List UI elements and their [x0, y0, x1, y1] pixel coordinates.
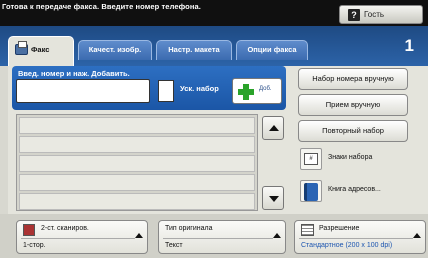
fax-number-field[interactable] — [16, 79, 150, 103]
status-message: Готова к передаче факса. Введите номер т… — [2, 2, 201, 11]
list-item[interactable] — [19, 155, 255, 172]
resolution-control[interactable]: Разрешение Стандартное (200 x 100 dpi) — [294, 220, 426, 254]
scanning-title: 2-ст. сканиров. — [41, 225, 89, 232]
address-book-icon-box — [300, 180, 322, 202]
tab-fax-options[interactable]: Опции факса — [236, 40, 308, 60]
status-bar: Готова к передаче факса. Введите номер т… — [0, 0, 428, 26]
dial-characters-label: Знаки набора — [328, 154, 373, 161]
arrow-up-icon — [135, 233, 143, 238]
arrow-down-icon — [269, 196, 279, 202]
add-label: Доб. — [259, 86, 272, 92]
arrow-up-icon — [269, 125, 279, 131]
redial-button[interactable]: Повторный набор — [298, 120, 408, 142]
user-login-button[interactable]: ? Гость — [339, 5, 423, 24]
tab-image-quality[interactable]: Качест. изобр. — [78, 40, 152, 60]
address-book-button[interactable]: Книга адресов... — [300, 180, 410, 206]
list-item[interactable] — [19, 136, 255, 153]
fax-screen: Готова к передаче факса. Введите номер т… — [0, 0, 428, 258]
scanning-icon — [23, 224, 35, 236]
scroll-down-button[interactable] — [262, 186, 284, 210]
address-book-icon — [304, 183, 318, 201]
plus-icon — [238, 84, 254, 100]
manual-receive-button[interactable]: Прием вручную — [298, 94, 408, 116]
fax-icon — [15, 41, 28, 55]
tab-bar: Факс Качест. изобр. Настр. макета Опции … — [0, 26, 428, 66]
arrow-up-icon — [273, 233, 281, 238]
dial-characters-icon: # — [304, 153, 318, 165]
list-item[interactable] — [19, 174, 255, 191]
divider — [163, 238, 273, 239]
divider — [299, 238, 413, 239]
speed-dial-field[interactable] — [158, 80, 174, 102]
number-entry-panel: Введ. номер и наж. Добавить. Уск. набор … — [12, 66, 286, 110]
original-type-title: Тип оригинала — [165, 225, 213, 232]
recipient-list — [16, 114, 258, 211]
tab-label: Факс — [31, 45, 50, 54]
list-item[interactable] — [19, 117, 255, 134]
two-sided-scanning-control[interactable]: 2-ст. сканиров. 1-стор. — [16, 220, 148, 254]
entry-label: Введ. номер и наж. Добавить. — [18, 69, 130, 78]
add-button[interactable]: Доб. — [232, 78, 282, 104]
page-number: 1 — [404, 36, 414, 55]
user-label: Гость — [364, 10, 385, 19]
scanning-value: 1-стор. — [23, 242, 46, 249]
resolution-value: Стандартное (200 x 100 dpi) — [301, 242, 393, 249]
help-icon: ? — [348, 9, 360, 21]
resolution-icon — [301, 224, 314, 236]
tab-fax[interactable]: Факс — [8, 36, 74, 66]
original-type-value: Текст — [165, 242, 183, 249]
scroll-up-button[interactable] — [262, 116, 284, 140]
arrow-up-icon — [413, 233, 421, 238]
manual-dial-button[interactable]: Набор номера вручную — [298, 68, 408, 90]
speed-dial-label: Уск. набор — [180, 84, 219, 93]
tab-layout-adjustment[interactable]: Настр. макета — [156, 40, 232, 60]
divider — [21, 238, 135, 239]
original-type-control[interactable]: Тип оригинала Текст — [158, 220, 286, 254]
dial-characters-icon-box: # — [300, 148, 322, 170]
address-book-label: Книга адресов... — [328, 186, 381, 193]
dial-characters-button[interactable]: # Знаки набора — [300, 148, 410, 174]
resolution-title: Разрешение — [319, 225, 360, 232]
list-item[interactable] — [19, 193, 255, 210]
